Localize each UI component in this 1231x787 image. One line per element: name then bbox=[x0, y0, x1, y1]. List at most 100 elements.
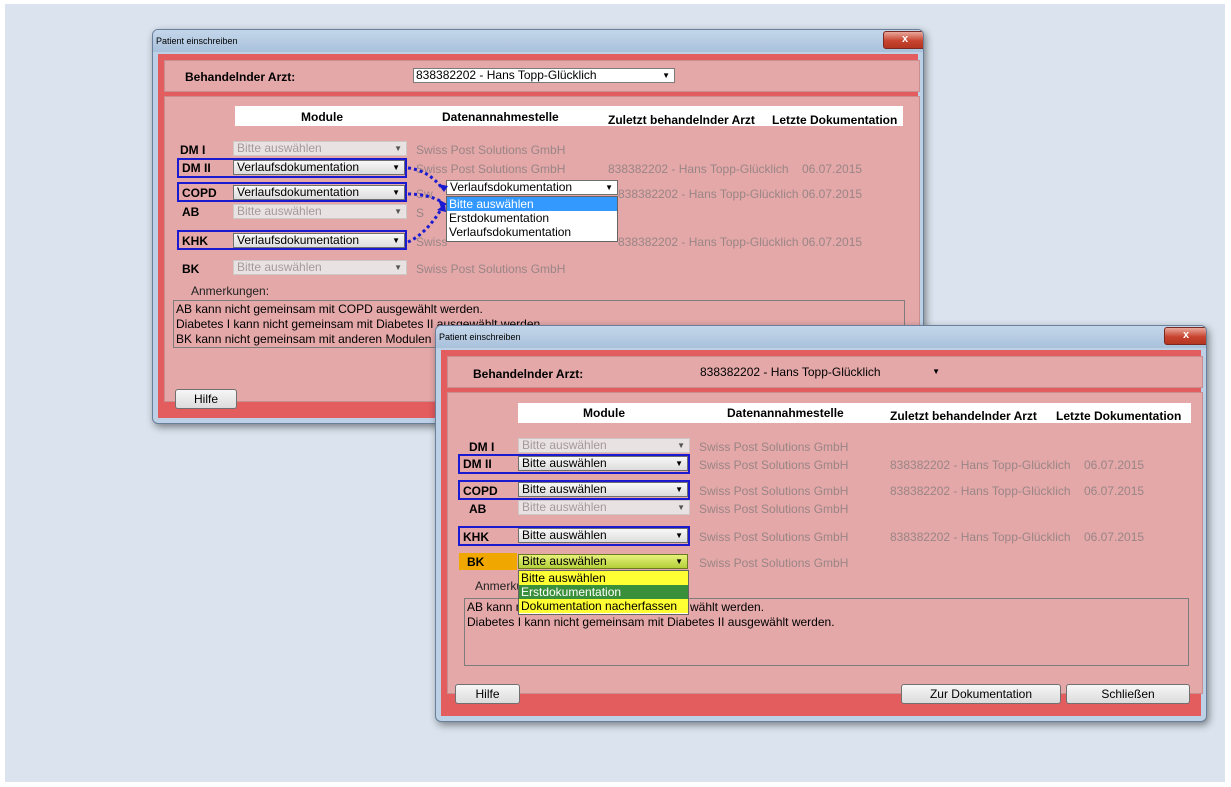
row-code-dm2: DM II bbox=[182, 161, 211, 175]
stelle-dm1: Swiss Post Solutions GmbH bbox=[699, 440, 849, 454]
datum-khk: 06.07.2015 bbox=[1084, 530, 1145, 544]
header-zuletzt-arzt: Zuletzt behandelnder Arzt bbox=[608, 113, 755, 127]
row-code-bk: BK bbox=[182, 262, 200, 276]
arrow-khk bbox=[407, 207, 444, 244]
window-title: Patient einschreiben bbox=[156, 36, 238, 46]
arzt-copd: 838382202 - Hans Topp-Glücklich bbox=[618, 187, 799, 201]
row-code-khk: KHK bbox=[182, 234, 208, 248]
note-line: Diabetes I kann nicht gemeinsam mit Diab… bbox=[467, 615, 835, 629]
header-datenannahmestelle: Datenannahmestelle bbox=[442, 110, 559, 124]
dropdown-option[interactable]: Bitte auswählen bbox=[519, 571, 688, 585]
arzt-select[interactable]: 838382202 - Hans Topp-Glücklich ▼ bbox=[698, 365, 944, 380]
arzt-dm2: 838382202 - Hans Topp-Glücklich bbox=[608, 162, 789, 176]
bk-dropdown-list: Bitte auswählen Erstdokumentation Dokume… bbox=[518, 570, 689, 615]
dropdown-option[interactable]: Erstdokumentation bbox=[447, 211, 617, 225]
chevron-down-icon: ▼ bbox=[677, 441, 685, 450]
row-code-khk: KHK bbox=[463, 530, 489, 544]
module-select-bk[interactable]: Bitte auswählen ▼ bbox=[518, 554, 688, 569]
header-datenannahmestelle: Datenannahmestelle bbox=[727, 406, 844, 420]
chevron-down-icon: ▼ bbox=[675, 531, 683, 540]
chevron-down-icon: ▼ bbox=[675, 459, 683, 468]
arzt-copd: 838382202 - Hans Topp-Glücklich bbox=[890, 484, 1071, 498]
row-code-copd: COPD bbox=[182, 186, 217, 200]
module-select-bk[interactable]: Bitte auswählen ▼ bbox=[233, 260, 407, 275]
dotted-arrows bbox=[407, 166, 448, 244]
arzt-label: Behandelnder Arzt: bbox=[185, 70, 296, 84]
dropdown-option[interactable]: Verlaufsdokumentation bbox=[447, 225, 617, 239]
chevron-down-icon: ▼ bbox=[675, 485, 683, 494]
row-code-dm2: DM II bbox=[463, 457, 492, 471]
note-line: AB kann nicht gemeinsam mit COPD ausgewä… bbox=[176, 302, 483, 316]
arzt-select[interactable]: 838382202 - Hans Topp-Glücklich ▼ bbox=[413, 68, 675, 83]
header-module: Module bbox=[583, 406, 625, 420]
note-line: wählt werden. bbox=[690, 600, 765, 614]
hilfe-button[interactable]: Hilfe bbox=[455, 684, 520, 704]
module-select-dm1[interactable]: Bitte auswählen ▼ bbox=[233, 141, 407, 156]
arzt-khk: 838382202 - Hans Topp-Glücklich bbox=[618, 235, 799, 249]
chevron-down-icon: ▼ bbox=[662, 71, 670, 80]
arzt-panel: Behandelnder Arzt: 838382202 - Hans Topp… bbox=[164, 60, 920, 92]
anmerkungen-label: Anmerku bbox=[475, 579, 524, 593]
dropdown-option[interactable]: Dokumentation nacherfassen bbox=[519, 599, 688, 613]
hilfe-button[interactable]: Hilfe bbox=[175, 389, 237, 409]
header-module: Module bbox=[301, 110, 343, 124]
module-select-khk[interactable]: Verlaufsdokumentation ▼ bbox=[233, 233, 405, 248]
chevron-down-icon: ▼ bbox=[932, 367, 940, 376]
stelle-copd: Swiss Post Solutions GmbH bbox=[699, 484, 849, 498]
datum-copd: 06.07.2015 bbox=[802, 187, 863, 201]
stelle-dm1: Swiss Post Solutions GmbH bbox=[416, 143, 566, 157]
row-code-bk: BK bbox=[467, 555, 485, 569]
row-code-dm1: DM I bbox=[180, 143, 206, 157]
chevron-down-icon: ▼ bbox=[394, 144, 402, 153]
popup-select[interactable]: Verlaufsdokumentation ▼ bbox=[446, 180, 618, 195]
stelle-dm2: Swiss Post Solutions GmbH bbox=[699, 458, 849, 472]
datum-copd: 06.07.2015 bbox=[1084, 484, 1145, 498]
zur-dokumentation-button[interactable]: Zur Dokumentation bbox=[901, 684, 1061, 704]
dialog-body: Behandelnder Arzt: 838382202 - Hans Topp… bbox=[441, 350, 1203, 716]
dropdown-option[interactable]: Erstdokumentation bbox=[519, 585, 688, 599]
datum-dm2: 06.07.2015 bbox=[1084, 458, 1145, 472]
datum-khk: 06.07.2015 bbox=[802, 235, 863, 249]
arzt-panel: Behandelnder Arzt: 838382202 - Hans Topp… bbox=[447, 356, 1203, 388]
note-line: AB kann n bbox=[467, 600, 523, 614]
module-select-dm1[interactable]: Bitte auswählen ▼ bbox=[518, 438, 690, 453]
schliessen-button[interactable]: Schließen bbox=[1066, 684, 1190, 704]
note-line: BK kann nicht gemeinsam mit anderen Modu… bbox=[176, 332, 449, 346]
popup-dropdown-list: Bitte auswählen Erstdokumentation Verlau… bbox=[446, 196, 618, 242]
chevron-down-icon: ▼ bbox=[677, 503, 685, 512]
arzt-khk: 838382202 - Hans Topp-Glücklich bbox=[890, 530, 1071, 544]
close-button[interactable]: x bbox=[883, 31, 923, 49]
anmerkungen-label: Anmerkungen: bbox=[191, 284, 270, 298]
dropdown-option[interactable]: Bitte auswählen bbox=[447, 197, 617, 211]
header-zuletzt-arzt: Zuletzt behandelnder Arzt bbox=[890, 409, 1037, 423]
module-select-dm2[interactable]: Bitte auswählen ▼ bbox=[518, 456, 688, 471]
module-select-khk[interactable]: Bitte auswählen ▼ bbox=[518, 528, 688, 543]
row-code-ab: AB bbox=[469, 502, 487, 516]
chevron-down-icon: ▼ bbox=[605, 183, 613, 192]
row-code-ab: AB bbox=[182, 205, 200, 219]
arzt-select-value: 838382202 - Hans Topp-Glücklich bbox=[416, 68, 597, 82]
chevron-down-icon: ▼ bbox=[675, 557, 683, 566]
window-title: Patient einschreiben bbox=[439, 332, 521, 342]
arzt-label: Behandelnder Arzt: bbox=[473, 367, 584, 381]
stelle-bk: Swiss Post Solutions GmbH bbox=[699, 556, 849, 570]
module-select-ab[interactable]: Bitte auswählen ▼ bbox=[518, 500, 690, 515]
row-code-copd: COPD bbox=[463, 484, 498, 498]
header-letzte-doku: Letzte Dokumentation bbox=[1056, 409, 1182, 423]
module-select-copd[interactable]: Verlaufsdokumentation ▼ bbox=[233, 185, 405, 200]
module-select-copd[interactable]: Bitte auswählen ▼ bbox=[518, 482, 688, 497]
header-letzte-doku: Letzte Dokumentation bbox=[772, 113, 898, 127]
window-patient-einschreiben-front: Patient einschreiben x Behandelnder Arzt… bbox=[435, 325, 1207, 722]
datum-dm2: 06.07.2015 bbox=[802, 162, 863, 176]
arrow-dm2 bbox=[407, 166, 444, 189]
title-bar: Patient einschreiben x bbox=[436, 326, 1206, 348]
module-select-ab[interactable]: Bitte auswählen ▼ bbox=[233, 204, 407, 219]
arrowhead bbox=[438, 184, 448, 192]
arzt-select-value: 838382202 - Hans Topp-Glücklich bbox=[700, 365, 881, 379]
stelle-ab: Swiss Post Solutions GmbH bbox=[699, 502, 849, 516]
title-bar: Patient einschreiben x bbox=[153, 30, 923, 52]
stelle-khk: Swiss Post Solutions GmbH bbox=[699, 530, 849, 544]
module-select-dm2[interactable]: Verlaufsdokumentation ▼ bbox=[233, 160, 405, 175]
close-button[interactable]: x bbox=[1164, 327, 1206, 345]
arzt-dm2: 838382202 - Hans Topp-Glücklich bbox=[890, 458, 1071, 472]
